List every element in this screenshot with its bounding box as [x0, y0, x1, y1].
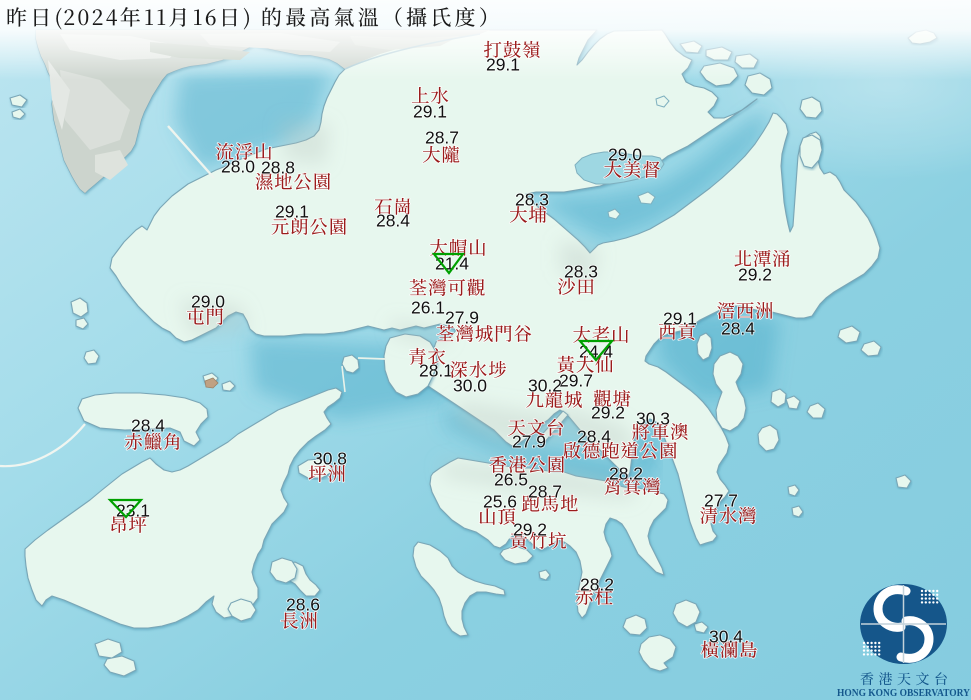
svg-text:27.9: 27.9 — [512, 432, 546, 452]
svg-text:28.4: 28.4 — [376, 211, 410, 231]
svg-text:30.3: 30.3 — [636, 409, 670, 429]
svg-text:30.2: 30.2 — [528, 376, 562, 396]
svg-text:29.7: 29.7 — [559, 371, 593, 391]
svg-text:29.0: 29.0 — [608, 145, 642, 165]
svg-text:28.7: 28.7 — [528, 482, 562, 502]
svg-text:HONG KONG OBSERVATORY: HONG KONG OBSERVATORY — [837, 687, 970, 699]
svg-text:28.0: 28.0 — [221, 157, 255, 177]
svg-text:30.0: 30.0 — [453, 376, 487, 396]
svg-text:29.2: 29.2 — [591, 403, 625, 423]
svg-text:28.6: 28.6 — [286, 595, 320, 615]
svg-text:30.8: 30.8 — [313, 449, 347, 469]
svg-text:26.5: 26.5 — [494, 470, 528, 490]
svg-text:28.7: 28.7 — [425, 128, 459, 148]
svg-text:25.6: 25.6 — [483, 492, 517, 512]
svg-text:29.1: 29.1 — [413, 102, 447, 122]
svg-text:29.2: 29.2 — [513, 520, 547, 540]
svg-text:28.4: 28.4 — [577, 427, 611, 447]
svg-text:26.1: 26.1 — [411, 298, 445, 318]
svg-text:27.7: 27.7 — [704, 491, 738, 511]
svg-text:28.3: 28.3 — [515, 190, 549, 210]
svg-text:28.1: 28.1 — [419, 361, 453, 381]
svg-text:29.1: 29.1 — [486, 55, 520, 75]
svg-text:28.3: 28.3 — [564, 262, 598, 282]
svg-text:29.1: 29.1 — [275, 202, 309, 222]
svg-text:28.4: 28.4 — [721, 319, 755, 339]
svg-text:27.9: 27.9 — [445, 308, 479, 328]
svg-text:28.8: 28.8 — [261, 158, 295, 178]
svg-text:30.4: 30.4 — [709, 627, 743, 647]
svg-text:29.1: 29.1 — [663, 309, 697, 329]
svg-text:28.4: 28.4 — [131, 416, 165, 436]
svg-text:28.2: 28.2 — [580, 575, 614, 595]
svg-text:28.2: 28.2 — [609, 464, 643, 484]
svg-text:29.2: 29.2 — [738, 265, 772, 285]
svg-text:29.0: 29.0 — [191, 292, 225, 312]
